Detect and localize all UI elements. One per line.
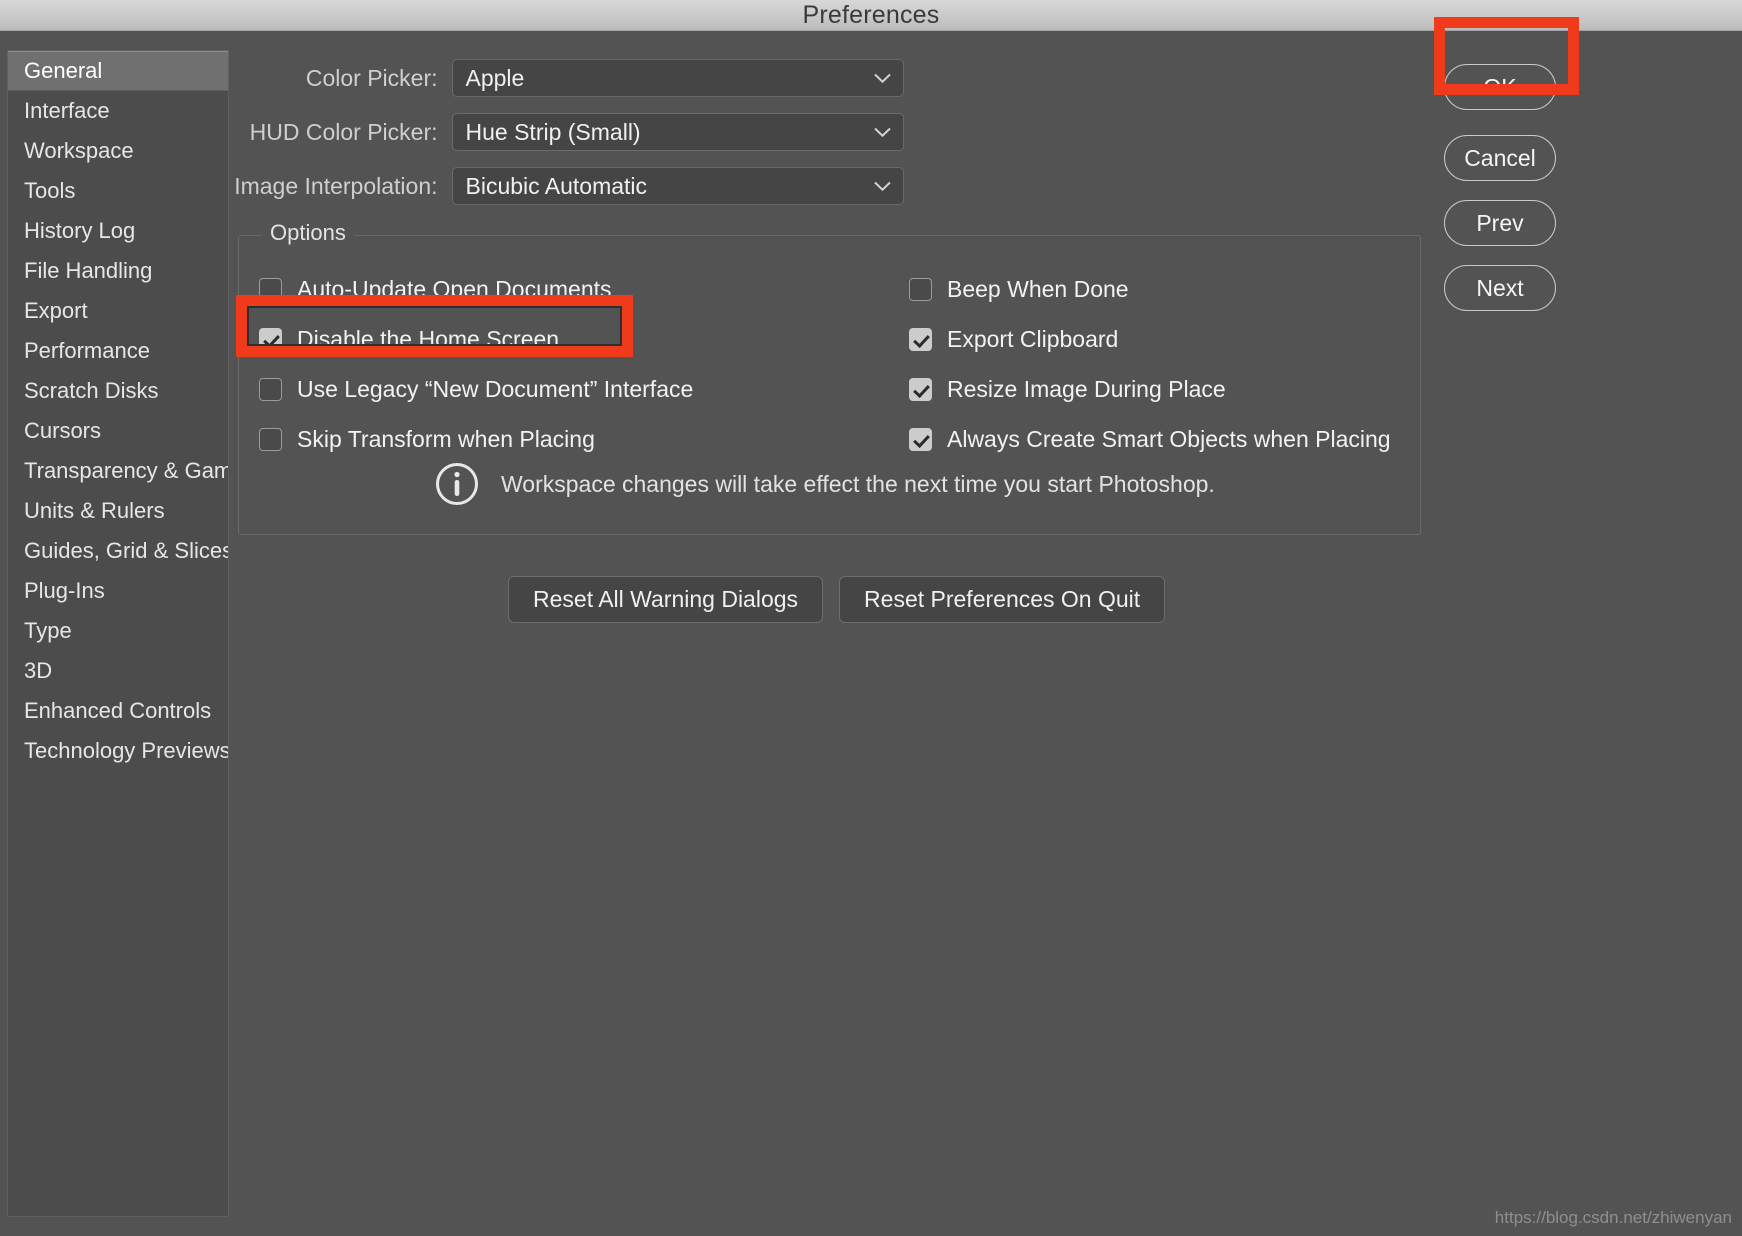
sidebar-item-label: Tools bbox=[24, 178, 75, 203]
sidebar-item-label: Interface bbox=[24, 98, 110, 123]
color-picker-label: Color Picker: bbox=[232, 65, 452, 92]
chevron-down-icon bbox=[874, 73, 891, 84]
sidebar-item-enhanced-controls[interactable]: Enhanced Controls bbox=[8, 691, 228, 731]
sidebar-item-label: Workspace bbox=[24, 138, 134, 163]
sidebar-item-file-handling[interactable]: File Handling bbox=[8, 251, 228, 291]
checkbox-label: Export Clipboard bbox=[932, 326, 1118, 353]
checkbox-label: Resize Image During Place bbox=[932, 376, 1226, 403]
chevron-down-icon bbox=[874, 127, 891, 138]
sidebar-item-label: Transparency & Gamut bbox=[24, 458, 229, 483]
workspace-change-note: Workspace changes will take effect the n… bbox=[435, 462, 1215, 506]
image-interpolation-select[interactable]: Bicubic Automatic bbox=[452, 167, 905, 205]
next-button[interactable]: Next bbox=[1444, 265, 1556, 311]
color-picker-value: Apple bbox=[453, 65, 525, 92]
checkbox-disable-the-home-screen[interactable] bbox=[259, 328, 282, 351]
sidebar-item-label: Export bbox=[24, 298, 88, 323]
checkbox-label: Beep When Done bbox=[932, 276, 1129, 303]
chevron-down-icon bbox=[874, 181, 891, 192]
checkbox-skip-transform-when-placing[interactable] bbox=[259, 428, 282, 451]
sidebar-item-label: Plug-Ins bbox=[24, 578, 105, 603]
checkbox-row-disable-the-home-screen[interactable]: Disable the Home Screen bbox=[259, 314, 879, 364]
sidebar-item-workspace[interactable]: Workspace bbox=[8, 131, 228, 171]
sidebar-item-label: Enhanced Controls bbox=[24, 698, 211, 723]
checkbox-label: Use Legacy “New Document” Interface bbox=[282, 376, 693, 403]
checkbox-row-export-clipboard[interactable]: Export Clipboard bbox=[909, 314, 1409, 364]
sidebar-item-scratch-disks[interactable]: Scratch Disks bbox=[8, 371, 228, 411]
sidebar-item-label: Type bbox=[24, 618, 72, 643]
sidebar-item-label: General bbox=[24, 58, 102, 83]
preferences-dialog-body: General Interface Workspace Tools History Lo… bbox=[0, 31, 1742, 1236]
sidebar-item-label: Guides, Grid & Slices bbox=[24, 538, 229, 563]
options-right-column: Beep When Done Export Clipboard Resize Ima… bbox=[909, 264, 1409, 464]
checkbox-row-skip-transform-when-placing[interactable]: Skip Transform when Placing bbox=[259, 414, 879, 464]
sidebar-item-export[interactable]: Export bbox=[8, 291, 228, 331]
hud-color-picker-select[interactable]: Hue Strip (Small) bbox=[452, 113, 905, 151]
reset-button-row: Reset All Warning Dialogs Reset Preferen… bbox=[508, 576, 1165, 623]
window-title: Preferences bbox=[803, 1, 940, 30]
sidebar-item-type[interactable]: Type bbox=[8, 611, 228, 651]
hud-color-picker-value: Hue Strip (Small) bbox=[453, 119, 641, 146]
sidebar-item-label: Performance bbox=[24, 338, 150, 363]
preferences-main-panel: Color Picker: Apple HUD Color Picker: Hu… bbox=[232, 31, 1432, 1236]
sidebar-item-transparency-gamut[interactable]: Transparency & Gamut bbox=[8, 451, 228, 491]
options-left-column: Auto-Update Open Documents Disable the Ho… bbox=[259, 264, 879, 464]
image-interpolation-label: Image Interpolation: bbox=[232, 173, 452, 200]
sidebar-item-3d[interactable]: 3D bbox=[8, 651, 228, 691]
checkbox-auto-update-open-documents[interactable] bbox=[259, 278, 282, 301]
ok-button[interactable]: OK bbox=[1444, 64, 1556, 110]
preferences-category-sidebar[interactable]: General Interface Workspace Tools History Lo… bbox=[7, 50, 229, 1217]
checkbox-export-clipboard[interactable] bbox=[909, 328, 932, 351]
field-row-image-interpolation: Image Interpolation: Bicubic Automatic bbox=[232, 166, 904, 206]
sidebar-item-cursors[interactable]: Cursors bbox=[8, 411, 228, 451]
checkbox-beep-when-done[interactable] bbox=[909, 278, 932, 301]
sidebar-item-general[interactable]: General bbox=[8, 51, 228, 91]
checkbox-label: Disable the Home Screen bbox=[282, 326, 559, 353]
checkbox-label: Skip Transform when Placing bbox=[282, 426, 595, 453]
workspace-change-note-text: Workspace changes will take effect the n… bbox=[479, 471, 1215, 498]
field-row-color-picker: Color Picker: Apple bbox=[232, 58, 904, 98]
checkbox-label: Auto-Update Open Documents bbox=[282, 276, 612, 303]
sidebar-item-interface[interactable]: Interface bbox=[8, 91, 228, 131]
field-row-hud-color-picker: HUD Color Picker: Hue Strip (Small) bbox=[232, 112, 904, 152]
checkbox-always-create-smart-objects-when-placing[interactable] bbox=[909, 428, 932, 451]
sidebar-item-guides-grid-slices[interactable]: Guides, Grid & Slices bbox=[8, 531, 228, 571]
sidebar-item-tools[interactable]: Tools bbox=[8, 171, 228, 211]
reset-all-warning-dialogs-button[interactable]: Reset All Warning Dialogs bbox=[508, 576, 823, 623]
sidebar-item-label: History Log bbox=[24, 218, 135, 243]
checkbox-label: Always Create Smart Objects when Placing bbox=[932, 426, 1391, 453]
sidebar-item-history-log[interactable]: History Log bbox=[8, 211, 228, 251]
options-group-label: Options bbox=[261, 220, 355, 246]
color-picker-select[interactable]: Apple bbox=[452, 59, 905, 97]
sidebar-item-plug-ins[interactable]: Plug-Ins bbox=[8, 571, 228, 611]
sidebar-item-label: Cursors bbox=[24, 418, 101, 443]
options-group: Options Auto-Update Open DocumentsDisabl… bbox=[238, 235, 1421, 535]
sidebar-item-units-rulers[interactable]: Units & Rulers bbox=[8, 491, 228, 531]
checkbox-row-auto-update-open-documents[interactable]: Auto-Update Open Documents bbox=[259, 264, 879, 314]
sidebar-item-label: File Handling bbox=[24, 258, 152, 283]
sidebar-item-label: Technology Previews bbox=[24, 738, 229, 763]
checkbox-resize-image-during-place[interactable] bbox=[909, 378, 932, 401]
checkbox-row-always-create-smart-objects-when-placing[interactable]: Always Create Smart Objects when Placing bbox=[909, 414, 1409, 464]
checkbox-use-legacy-new-document-interface[interactable] bbox=[259, 378, 282, 401]
checkbox-row-beep-when-done[interactable]: Beep When Done bbox=[909, 264, 1409, 314]
sidebar-item-technology-previews[interactable]: Technology Previews bbox=[8, 731, 228, 771]
sidebar-item-label: Units & Rulers bbox=[24, 498, 165, 523]
sidebar-item-performance[interactable]: Performance bbox=[8, 331, 228, 371]
prev-button[interactable]: Prev bbox=[1444, 200, 1556, 246]
cancel-button[interactable]: Cancel bbox=[1444, 135, 1556, 181]
window-titlebar: Preferences bbox=[0, 0, 1742, 31]
hud-color-picker-label: HUD Color Picker: bbox=[232, 119, 452, 146]
watermark-url: https://blog.csdn.net/zhiwenyan bbox=[1495, 1208, 1732, 1228]
reset-preferences-on-quit-button[interactable]: Reset Preferences On Quit bbox=[839, 576, 1165, 623]
sidebar-item-label: 3D bbox=[24, 658, 52, 683]
sidebar-item-label: Scratch Disks bbox=[24, 378, 158, 403]
checkbox-row-use-legacy-new-document-interface[interactable]: Use Legacy “New Document” Interface bbox=[259, 364, 879, 414]
image-interpolation-value: Bicubic Automatic bbox=[453, 173, 648, 200]
checkbox-row-resize-image-during-place[interactable]: Resize Image During Place bbox=[909, 364, 1409, 414]
info-circle-icon bbox=[435, 462, 479, 506]
